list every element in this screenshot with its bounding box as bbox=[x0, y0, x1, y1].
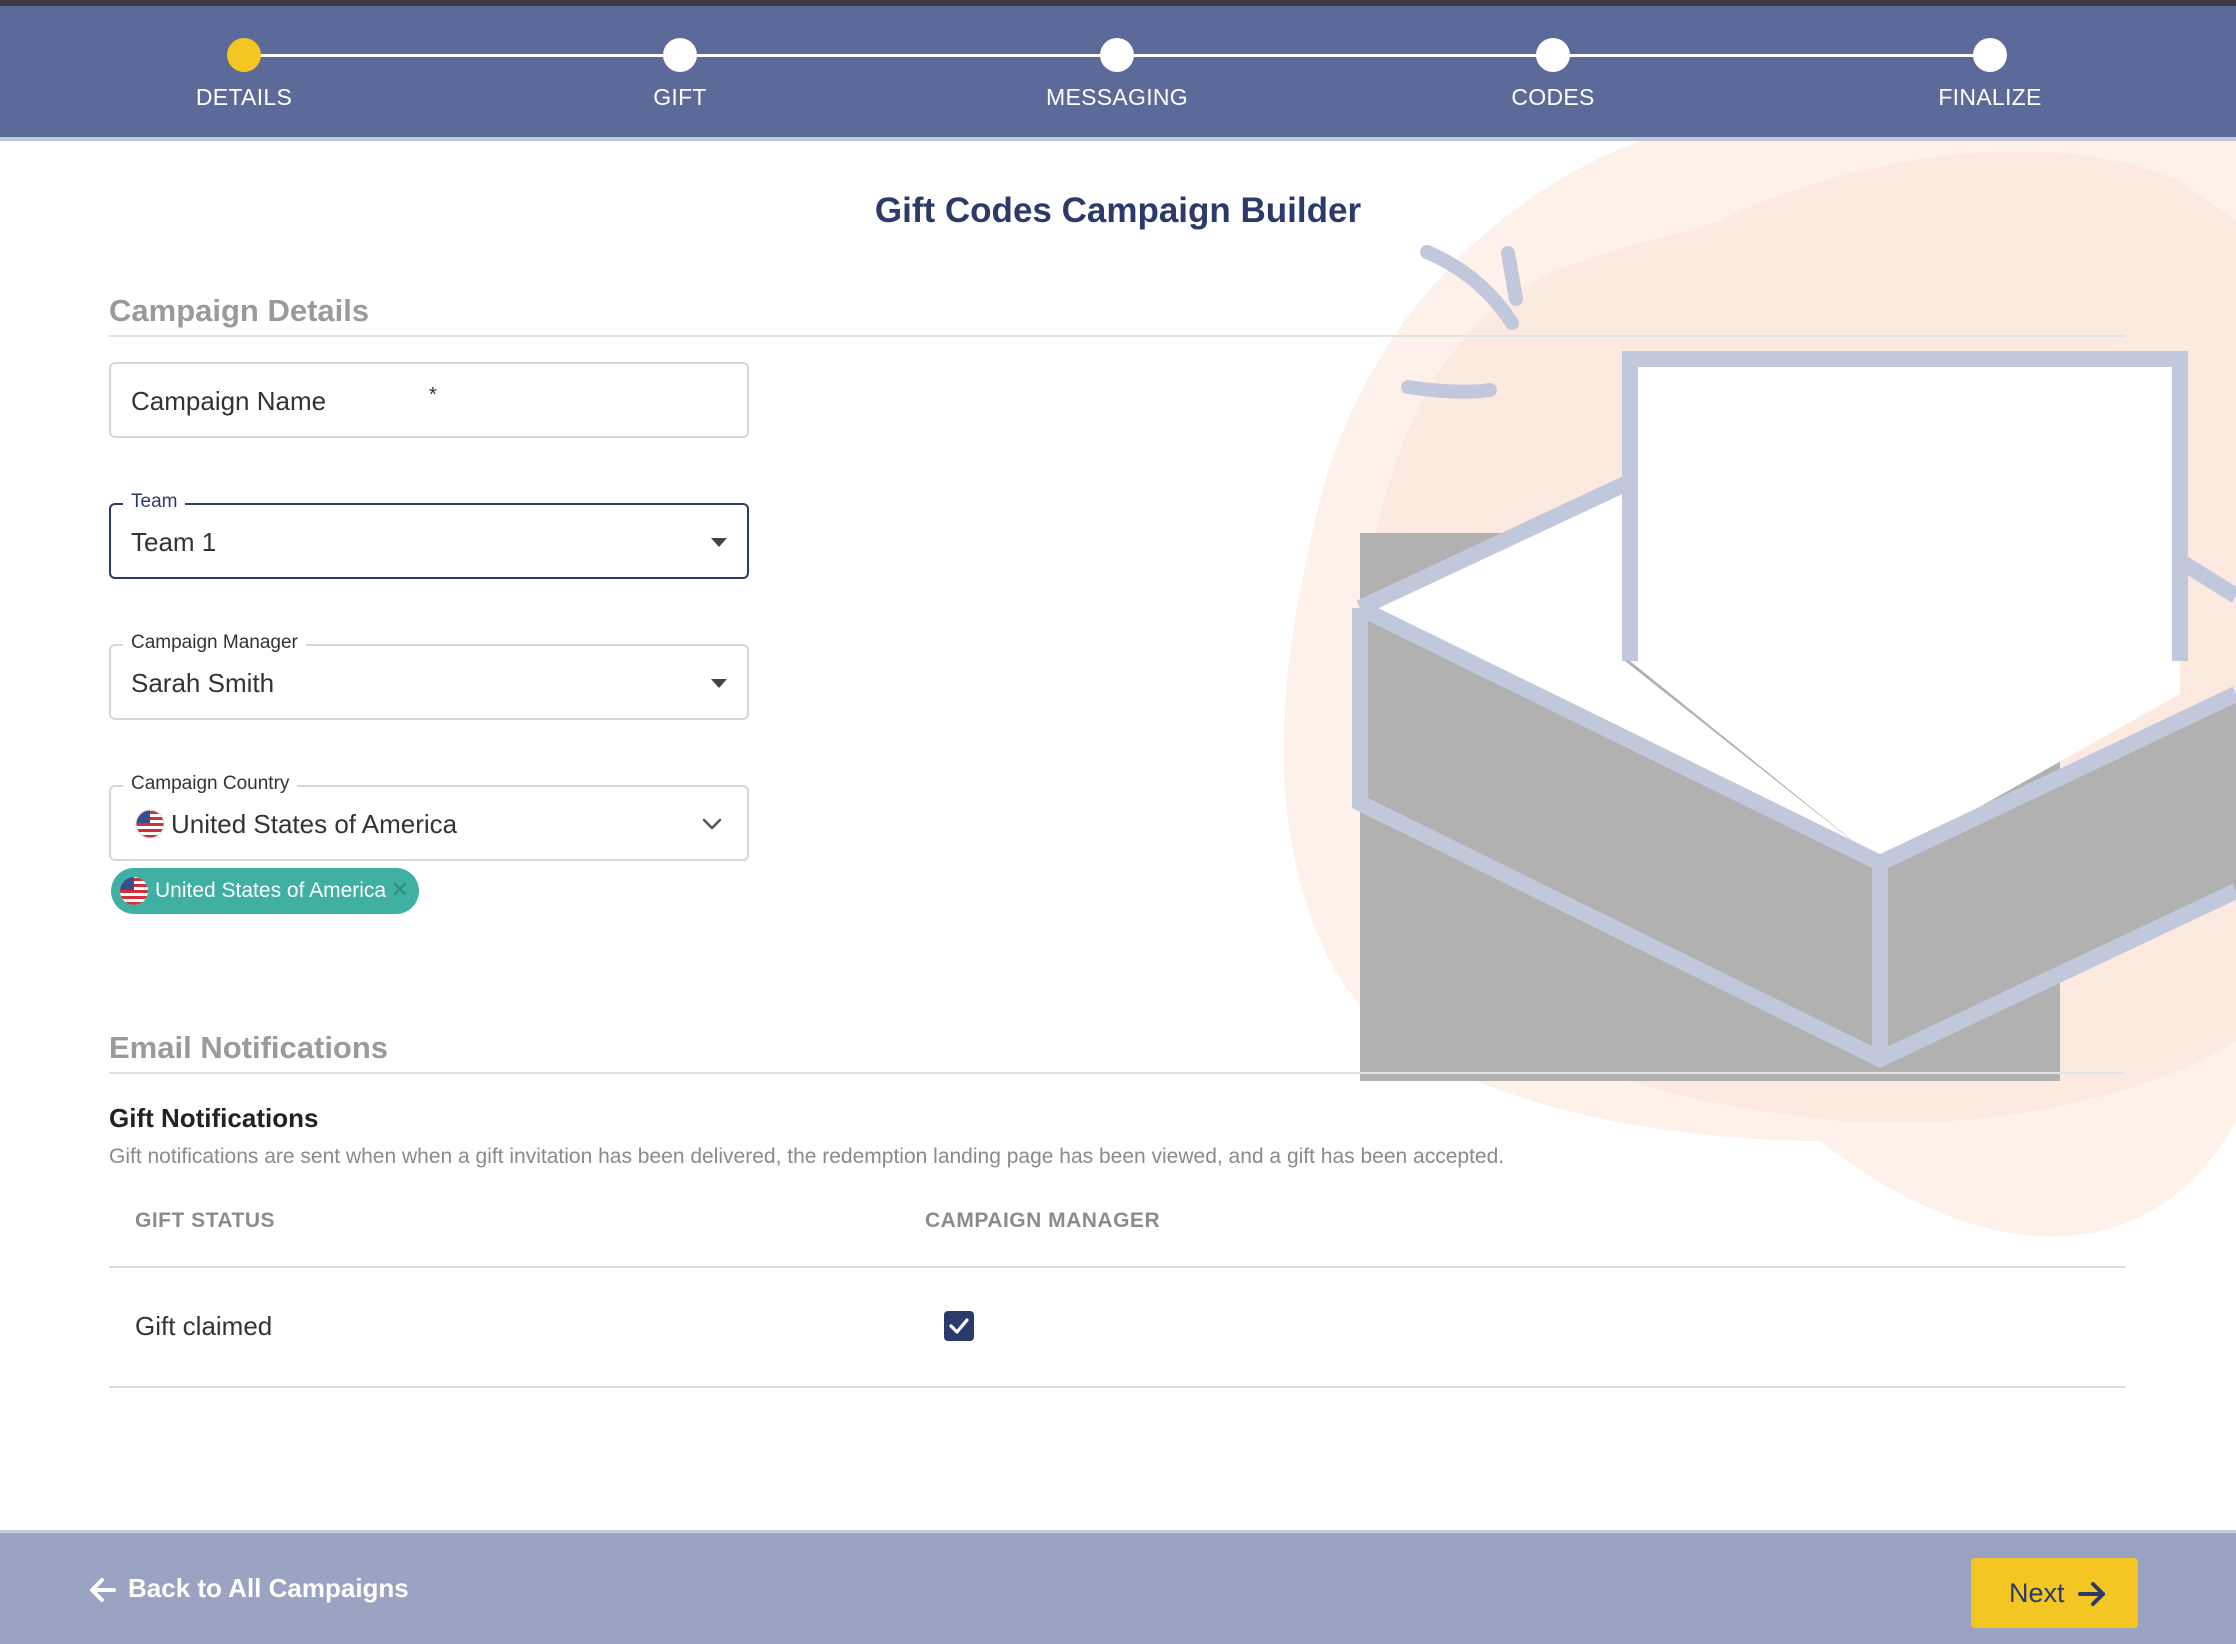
team-value: Team 1 bbox=[131, 527, 217, 557]
campaign-country-label: Campaign Country bbox=[123, 773, 298, 795]
gift-notifications-description: Gift notifications are sent when when a … bbox=[109, 1145, 1505, 1168]
table-row-divider bbox=[109, 1386, 2125, 1388]
step-label: DETAILS bbox=[195, 84, 293, 110]
campaign-manager-checkbox[interactable] bbox=[944, 1311, 974, 1341]
section-divider bbox=[109, 1072, 2125, 1074]
country-chip[interactable]: United States of America ✕ bbox=[111, 868, 419, 914]
main-content: Gift Codes Campaign Builder Campaign Det… bbox=[0, 141, 2236, 1530]
back-label: Back to All Campaigns bbox=[128, 1573, 409, 1603]
dropdown-caret-icon bbox=[711, 538, 727, 547]
next-label: Next bbox=[2009, 1578, 2065, 1608]
email-notifications-heading: Email Notifications bbox=[109, 1030, 389, 1065]
campaign-country-select[interactable]: Campaign Country United States of Americ… bbox=[109, 773, 749, 861]
step-messaging[interactable]: MESSAGING bbox=[967, 38, 1267, 111]
dropdown-caret-icon bbox=[711, 679, 727, 688]
step-codes[interactable]: CODES bbox=[1403, 38, 1703, 111]
step-indicator bbox=[1100, 38, 1134, 72]
step-label: CODES bbox=[1511, 84, 1595, 110]
column-header-gift-status: GIFT STATUS bbox=[135, 1209, 276, 1232]
campaign-manager-value: Sarah Smith bbox=[131, 668, 275, 698]
chevron-down-icon bbox=[702, 818, 722, 830]
us-flag-icon bbox=[135, 809, 165, 839]
country-chip-label: United States of America bbox=[155, 879, 387, 902]
step-indicator bbox=[1973, 38, 2007, 72]
close-icon[interactable]: ✕ bbox=[391, 877, 409, 903]
arrow-left-icon bbox=[90, 1578, 116, 1603]
step-finalize[interactable]: FINALIZE bbox=[1840, 38, 2140, 111]
step-details[interactable]: DETAILS bbox=[94, 38, 394, 111]
campaign-details-heading: Campaign Details bbox=[109, 293, 370, 328]
us-flag-icon bbox=[120, 877, 148, 905]
back-to-campaigns-link[interactable]: Back to All Campaigns bbox=[88, 1573, 409, 1605]
page-title: Gift Codes Campaign Builder bbox=[874, 191, 1362, 230]
arrow-right-icon bbox=[2078, 1582, 2105, 1606]
next-button[interactable]: Next bbox=[1971, 1558, 2138, 1628]
footer-bar: Back to All Campaigns Next bbox=[0, 1530, 2236, 1644]
section-divider bbox=[109, 335, 2125, 337]
step-indicator bbox=[663, 38, 697, 72]
gift-status-cell: Gift claimed bbox=[135, 1311, 273, 1341]
step-gift[interactable]: GIFT bbox=[530, 38, 830, 111]
campaign-name-input[interactable]: Campaign Name * bbox=[109, 362, 749, 438]
campaign-name-placeholder: Campaign Name bbox=[131, 386, 327, 416]
team-select[interactable]: Team Team 1 bbox=[109, 491, 749, 579]
step-label: MESSAGING bbox=[1045, 84, 1188, 110]
gift-notifications-title: Gift Notifications bbox=[109, 1103, 319, 1133]
column-header-campaign-manager: CAMPAIGN MANAGER bbox=[925, 1209, 1161, 1232]
step-label: GIFT bbox=[653, 84, 707, 110]
progress-stepper: DETAILS GIFT MESSAGING CODES FINALIZE bbox=[0, 6, 2236, 141]
checkmark-icon bbox=[949, 1318, 969, 1334]
campaign-manager-select[interactable]: Campaign Manager Sarah Smith bbox=[109, 632, 749, 720]
team-label: Team bbox=[123, 491, 186, 513]
campaign-country-value: United States of America bbox=[171, 809, 458, 839]
campaign-manager-label: Campaign Manager bbox=[123, 632, 306, 654]
step-indicator bbox=[1536, 38, 1570, 72]
table-header-divider bbox=[109, 1266, 2125, 1268]
step-label: FINALIZE bbox=[1938, 84, 2042, 110]
required-asterisk: * bbox=[429, 384, 437, 406]
step-indicator-active bbox=[227, 38, 261, 72]
